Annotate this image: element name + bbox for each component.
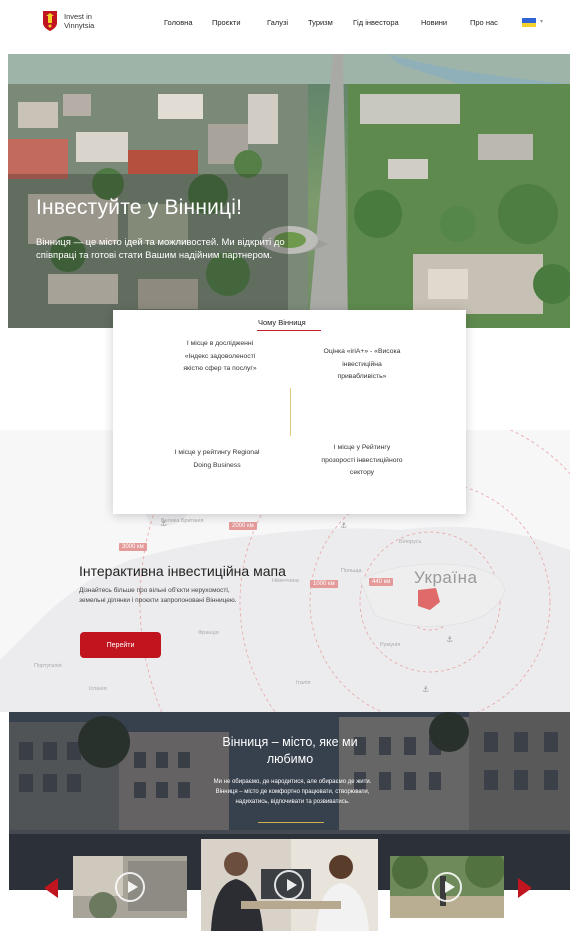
svg-text:⚓: ⚓ [422,685,429,694]
nav-item-investor-guide[interactable]: Гід інвестора [353,18,399,27]
country-label: Португалія [34,663,62,669]
chevron-down-icon[interactable]: ▾ [540,18,543,25]
play-icon[interactable] [115,872,145,902]
ukraine-flag-icon[interactable] [522,18,536,27]
hero-subtitle: Вінниця — це місто ідей та можливостей. … [36,237,285,261]
hero-aerial-photo [8,54,570,328]
why-item: I місце у рейтингу Regional Doing Busine… [174,449,260,469]
why-divider [290,388,291,436]
brand-name: Invest in Vinnytsia [64,12,94,30]
play-icon[interactable] [432,872,462,902]
svg-text:⚓: ⚓ [446,635,453,644]
city-section-title: Вінниця – місто, яке ми любимо [222,735,358,766]
video-thumbnail[interactable] [390,856,504,918]
distance-badge-2000: 2000 км [229,522,257,530]
play-icon[interactable] [274,870,304,900]
hero-banner: Інвестуйте у Вінниці! Вінниця — це місто… [8,54,570,328]
tab-why-vinnytsia[interactable]: Чому Вінниця [258,318,306,327]
nav-item-home[interactable]: Головна [164,18,193,27]
nav-item-about[interactable]: Про нас [470,18,498,27]
distance-badge-1000: 1000 км [310,580,338,588]
carousel-next-arrow-icon[interactable] [518,878,532,898]
why-item: I місце у Рейтингу прозорості інвестицій… [321,444,403,476]
country-label: Румунія [380,642,401,648]
nav-item-projects[interactable]: Проєкти [212,18,241,27]
country-label: Велика Британія [161,518,204,524]
brand-name-line2: Vinnytsia [64,21,95,30]
tab-active-underline [257,330,321,331]
country-label: Іспанія [89,686,107,692]
nav-item-news[interactable]: Новини [421,18,447,27]
country-label: Польща [341,568,362,574]
map-country-label-ukraine: Україна [414,568,478,587]
distance-badge-3000: 3000 км [119,543,147,551]
vinnytsia-coat-of-arms-icon [42,10,58,32]
video-thumbnail-active[interactable] [201,839,378,931]
why-item: I місце в дослідженні «Індекс задоволено… [183,340,257,372]
site-header: Invest in Vinnytsia Головна Проєкти Галу… [0,0,570,46]
city-section-subtitle: Ми не обираємо, де народитися, але обира… [213,779,372,805]
nav-item-industries[interactable]: Галузі [267,18,288,27]
distance-badge-440: 440 км [369,578,394,586]
hero-title: Інвестуйте у Вінниці! [36,196,243,219]
map-section-description: Дізнайтесь більше про вільні об'єкти нер… [79,587,237,604]
svg-text:⚓: ⚓ [340,521,347,530]
map-section-title: Інтерактивна інвестиційна мапа [79,563,286,579]
country-label: Білорусь [399,539,422,545]
why-item: Оцінка «iriA+» - «Висока інвестиційна пр… [323,348,401,380]
brand-name-line1: Invest in [64,12,92,21]
nav-item-tourism[interactable]: Туризм [308,18,333,27]
brand-logo[interactable]: Invest in Vinnytsia [42,10,94,32]
country-label: Франція [198,630,219,636]
carousel-prev-arrow-icon[interactable] [44,878,58,898]
country-label: Італія [296,680,311,686]
video-thumbnail[interactable] [73,856,187,918]
go-to-map-button[interactable]: Перейти [80,632,161,658]
gold-divider [258,822,324,823]
